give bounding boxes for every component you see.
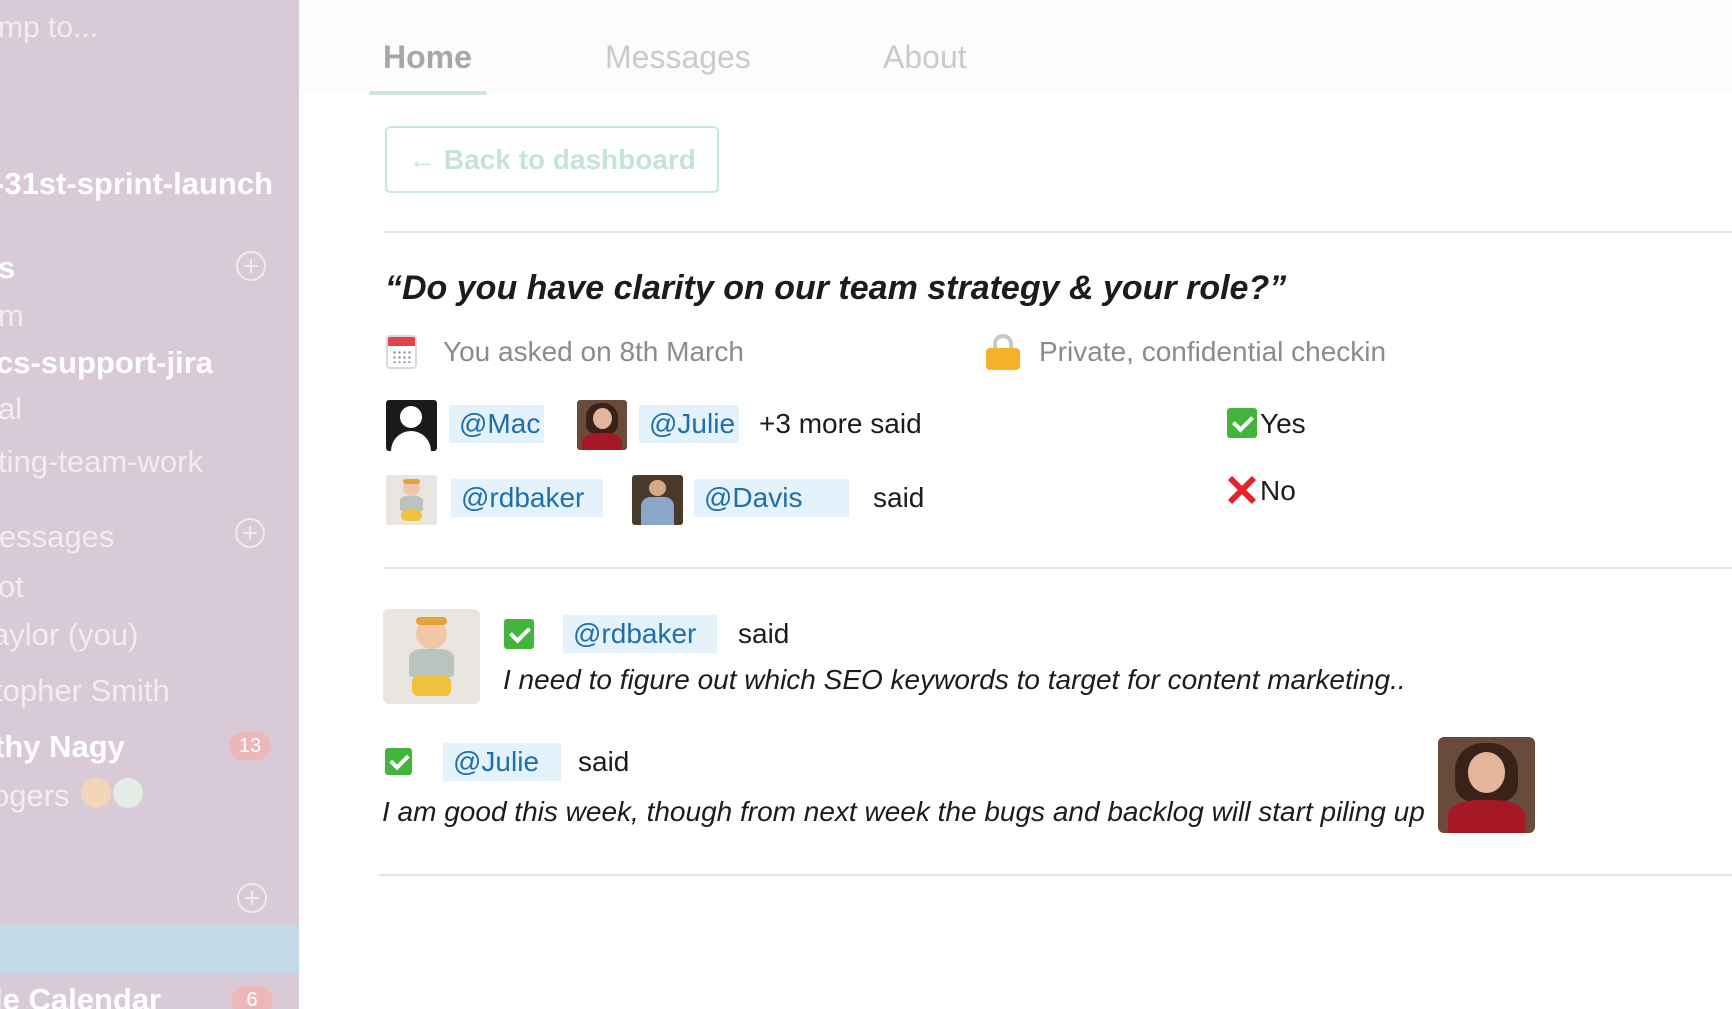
face-emoji-icon (81, 778, 111, 808)
response-text: I need to figure out which SEO keywords … (503, 664, 1406, 695)
response-check-icon (504, 619, 534, 649)
checkin-question: “Do you have clarity on our team strateg… (385, 269, 1287, 307)
answer-no: No (1260, 475, 1296, 506)
sidebar-item-self[interactable]: aylor (you) (0, 617, 138, 653)
answer-yes: Yes (1260, 408, 1306, 439)
divider (383, 567, 1732, 569)
add-channel-icon[interactable] (236, 251, 266, 281)
sidebar-item-nagy[interactable]: thy Nagy (0, 729, 125, 765)
sidebar-item-cs-support-jira[interactable]: cs-support-jira (0, 345, 213, 381)
tab-home[interactable]: Home (383, 38, 472, 76)
sidebar-item-calendar[interactable]: le Calendar (0, 982, 161, 1009)
response-check-icon (385, 748, 412, 775)
tab-messages[interactable]: Messages (605, 38, 751, 76)
add-message-icon[interactable] (235, 518, 265, 548)
calendar-badge: 6 (231, 986, 273, 1009)
divider (383, 231, 1732, 233)
active-tab-indicator (369, 91, 487, 95)
avatar-julie (577, 400, 627, 450)
asked-date: You asked on 8th March (443, 336, 744, 367)
more-said-label: +3 more said (759, 408, 922, 439)
add-app-icon[interactable] (237, 883, 267, 913)
sidebar-item-selected[interactable] (0, 925, 299, 974)
avatar-julie-large (1438, 737, 1535, 833)
microscope-emoji-icon (113, 778, 143, 808)
tab-about[interactable]: About (883, 38, 967, 76)
lock-icon (986, 334, 1020, 370)
response-said: said (738, 618, 790, 649)
sidebar: mp to... -31st-sprint-launch s m cs-supp… (0, 0, 299, 1009)
tab-bar: Home Messages About (299, 0, 1732, 93)
sidebar-item-topher-smith[interactable]: topher Smith (0, 673, 170, 709)
calendar-icon (386, 335, 417, 369)
avatar-rdbaker (386, 475, 437, 525)
back-to-dashboard-button[interactable]: ← Back to dashboard (385, 126, 719, 193)
sidebar-item-m[interactable]: m (0, 298, 24, 334)
sidebar-item-bot[interactable]: ot (0, 569, 24, 605)
mention-rdbaker[interactable]: @rdbaker (451, 479, 603, 517)
no-x-icon (1226, 475, 1256, 505)
sidebar-item-rogers[interactable]: ogers (0, 778, 70, 814)
jump-to-input[interactable]: mp to... (0, 10, 98, 46)
avatar-rdbaker-large (383, 609, 480, 704)
privacy-label: Private, confidential checkin (1039, 336, 1387, 367)
sidebar-item-ting-team-work[interactable]: ting-team-work (0, 444, 203, 480)
said-label: said (873, 482, 925, 513)
response-mention-rdbaker[interactable]: @rdbaker (563, 615, 717, 653)
response-mention-julie[interactable]: @Julie (443, 743, 561, 781)
sidebar-item-sprint-launch[interactable]: -31st-sprint-launch (0, 166, 273, 202)
sidebar-section-direct-messages[interactable]: lessages (0, 519, 114, 555)
divider (379, 874, 1732, 876)
sidebar-item-al[interactable]: al (0, 391, 22, 427)
mention-julie[interactable]: @Julie (639, 405, 739, 443)
response-text: I am good this week, though from next we… (382, 796, 1425, 827)
yes-check-icon (1227, 408, 1257, 438)
mention-davis[interactable]: @Davis (694, 479, 849, 517)
avatar-mac (386, 400, 437, 451)
response-said: said (578, 746, 630, 777)
avatar-davis (632, 475, 683, 525)
unread-badge: 13 (229, 732, 271, 760)
sidebar-section-channels[interactable]: s (0, 250, 15, 286)
mention-mac[interactable]: @Mac (449, 405, 544, 443)
